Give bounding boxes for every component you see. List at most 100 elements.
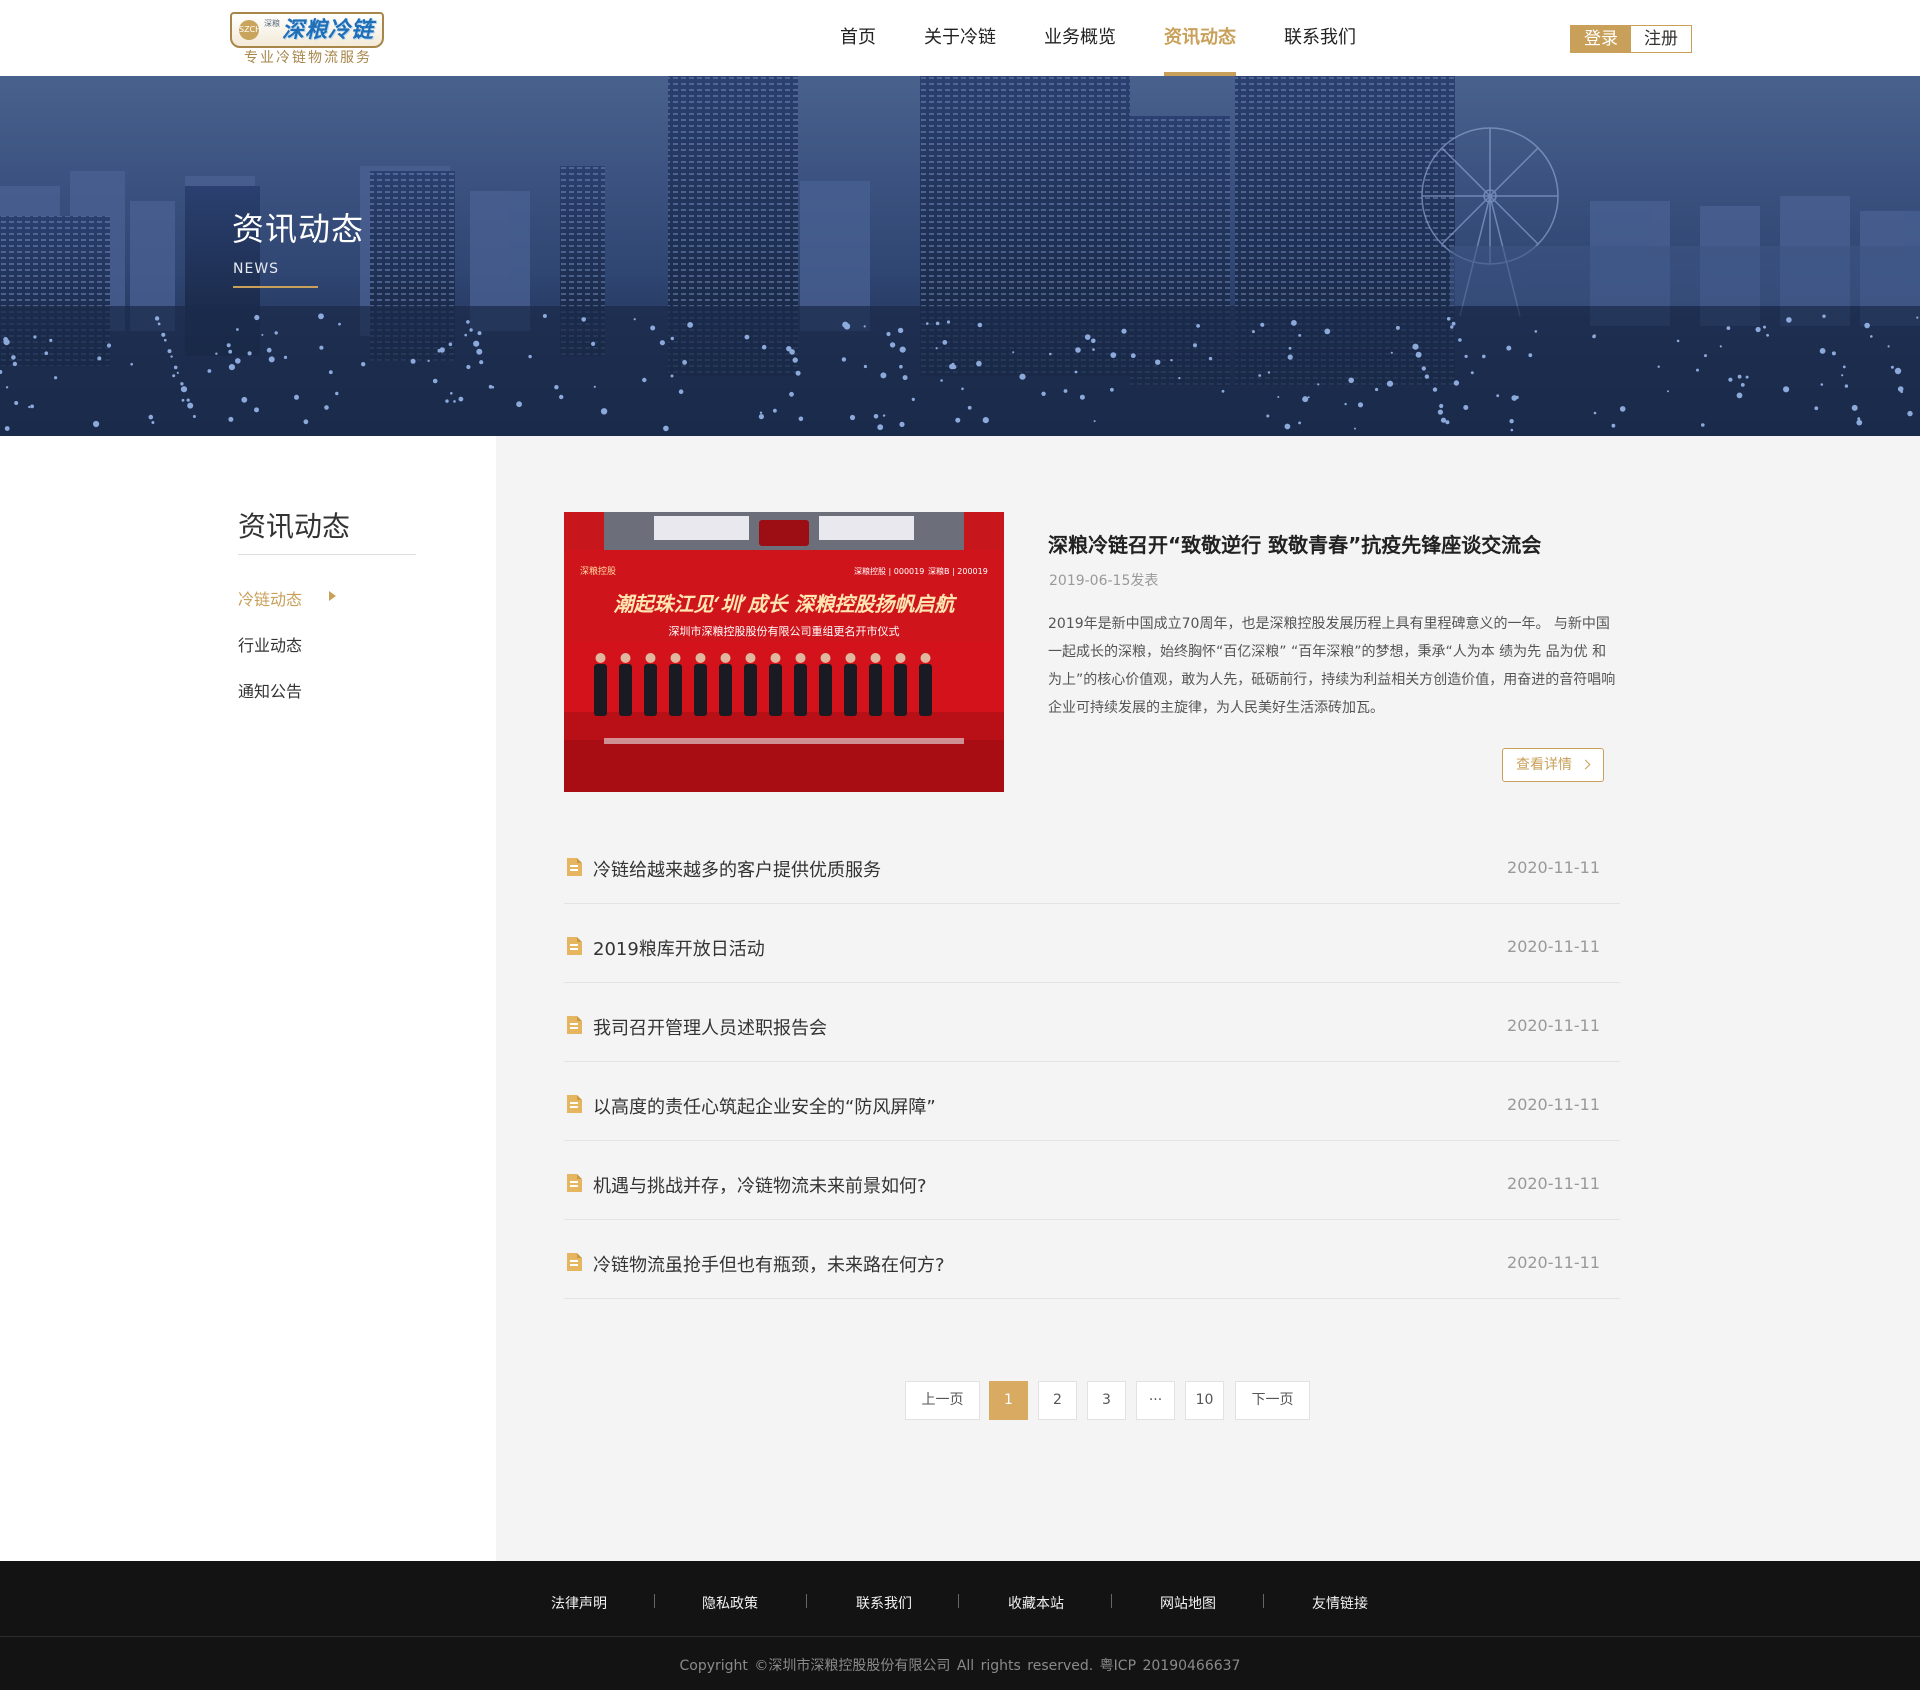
person-head (845, 653, 856, 663)
nav-item-business[interactable]: 业务概览 (1044, 0, 1116, 76)
city-light-dot (1019, 373, 1026, 380)
city-light-dot (1287, 354, 1293, 360)
city-light-dot (1251, 330, 1255, 334)
city-light-dot (1907, 410, 1913, 417)
city-light-dot (432, 378, 438, 384)
city-light-dot (11, 355, 16, 360)
person-silhouette (669, 664, 682, 716)
sidebar-item-cold-chain-news[interactable]: 冷链动态 (238, 586, 302, 610)
featured-news-image[interactable]: 深粮控股 深粮控股 | 000019 深粮B | 200019 潮起珠江见‘圳’… (564, 512, 1004, 792)
city-light-dot (1302, 396, 1309, 403)
city-light-dot (1193, 343, 1197, 348)
page-button-2[interactable]: 2 (1038, 1381, 1077, 1420)
city-light-dot (28, 405, 31, 409)
city-light-dot (283, 355, 288, 359)
page-banner: 资讯动态 NEWS (0, 76, 1920, 436)
city-light-dot (228, 416, 234, 422)
city-light-dot (554, 385, 559, 390)
city-light-dot (1696, 368, 1699, 372)
logo-seal: SZCH (239, 20, 261, 40)
city-light-dot (516, 401, 522, 408)
next-page-button[interactable]: 下一页 (1235, 1381, 1310, 1420)
city-light-dot (14, 401, 19, 405)
city-light-dot (1851, 404, 1858, 411)
city-light-dot (1084, 334, 1091, 340)
city-light-dot (1041, 391, 1046, 396)
city-light-dot (1074, 370, 1078, 374)
city-light-dot (1745, 375, 1749, 379)
city-light-dot (448, 342, 453, 347)
footer-link-friends[interactable]: 友情链接 (1312, 1593, 1368, 1613)
nav-item-about[interactable]: 关于冷链 (924, 0, 996, 76)
city-light-dot (1258, 374, 1262, 377)
city-light-dot (863, 364, 868, 369)
footer-separator (958, 1594, 959, 1608)
city-light-dot (1451, 321, 1456, 326)
nav-item-contact[interactable]: 联系我们 (1284, 0, 1356, 76)
register-button[interactable]: 注册 (1631, 26, 1691, 52)
city-light-dot (180, 382, 184, 386)
news-list-item[interactable]: 2019粮库开放日活动 2020-11-11 (564, 904, 1620, 983)
city-light-dot (151, 421, 155, 424)
nav-item-news[interactable]: 资讯动态 (1164, 0, 1236, 76)
city-light-dot (942, 340, 948, 345)
city-light-dot (97, 356, 102, 361)
person-head (795, 653, 806, 663)
page-button-3[interactable]: 3 (1087, 1381, 1126, 1420)
logo-small-label: 深粮 (264, 19, 280, 28)
person-silhouette (694, 664, 707, 716)
city-light-dot (1421, 366, 1427, 371)
news-list-item[interactable]: 冷链物流虽抢手但也有瓶颈，未来路在何方? 2020-11-11 (564, 1220, 1620, 1299)
city-light-dot (192, 415, 196, 418)
city-light-dot (361, 362, 366, 367)
city-light-dot (324, 405, 329, 410)
news-item-title: 冷链给越来越多的客户提供优质服务 (593, 860, 881, 881)
news-list-item[interactable]: 机遇与挑战并存，冷链物流未来前景如何? 2020-11-11 (564, 1141, 1620, 1220)
site-logo[interactable]: SZCH 深粮 深粮冷链 专业冷链物流服务 (230, 12, 386, 68)
city-light-dot (759, 411, 763, 414)
city-light-dot (961, 387, 964, 391)
city-light-dot (303, 419, 309, 425)
footer-link-contact[interactable]: 联系我们 (856, 1593, 912, 1613)
nav-item-home[interactable]: 首页 (840, 0, 876, 76)
city-light-dot (1317, 383, 1320, 386)
news-list-item[interactable]: 冷链给越来越多的客户提供优质服务 2020-11-11 (564, 825, 1620, 904)
view-details-button[interactable]: 查看详情 (1502, 748, 1604, 782)
page-ellipsis: ··· (1136, 1381, 1175, 1420)
news-list-item[interactable]: 以高度的责任心筑起企业安全的“防风屏障” 2020-11-11 (564, 1062, 1620, 1141)
footer-link-sitemap[interactable]: 网站地图 (1160, 1593, 1216, 1613)
city-light-dot (581, 317, 586, 322)
city-light-dot (130, 362, 133, 366)
city-light-dot (154, 316, 160, 321)
city-light-dot (1012, 351, 1015, 354)
city-light-dot (1755, 326, 1761, 333)
footer-link-legal[interactable]: 法律声明 (551, 1593, 607, 1613)
footer-link-bookmark[interactable]: 收藏本站 (1008, 1593, 1064, 1613)
city-light-dot (453, 400, 456, 403)
news-item-title: 我司召开管理人员述职报告会 (593, 1018, 827, 1039)
featured-news-title[interactable]: 深粮冷链召开“致敬逆行 致敬青春”抗疫先锋座谈交流会 (1048, 529, 1541, 558)
city-light-dot (228, 349, 233, 354)
page-button-10[interactable]: 10 (1185, 1381, 1224, 1420)
city-light-dot (33, 335, 37, 339)
news-item-title: 2019粮库开放日活动 (593, 939, 765, 960)
news-item-title: 机遇与挑战并存，冷链物流未来前景如何? (593, 1176, 927, 1197)
prev-page-button[interactable]: 上一页 (905, 1381, 980, 1420)
city-light-dot (1424, 374, 1430, 379)
city-light-dot (1440, 417, 1447, 423)
page-button-1[interactable]: 1 (989, 1381, 1028, 1420)
news-list-item[interactable]: 我司召开管理人员述职报告会 2020-11-11 (564, 983, 1620, 1062)
logo-frame: SZCH 深粮 深粮冷链 (230, 12, 384, 48)
sidebar-item-industry-news[interactable]: 行业动态 (238, 632, 302, 656)
banner-underline (233, 286, 318, 288)
person-silhouette (594, 664, 607, 716)
city-light-dot (228, 364, 235, 371)
footer-link-privacy[interactable]: 隐私政策 (702, 1593, 758, 1613)
login-button[interactable]: 登录 (1571, 26, 1631, 52)
city-light-dot (899, 421, 905, 427)
person-head (720, 653, 731, 663)
city-light-dot (1079, 394, 1085, 400)
city-light-dot (1890, 365, 1894, 369)
city-light-dot (1819, 348, 1826, 354)
sidebar-item-notices[interactable]: 通知公告 (238, 678, 302, 702)
